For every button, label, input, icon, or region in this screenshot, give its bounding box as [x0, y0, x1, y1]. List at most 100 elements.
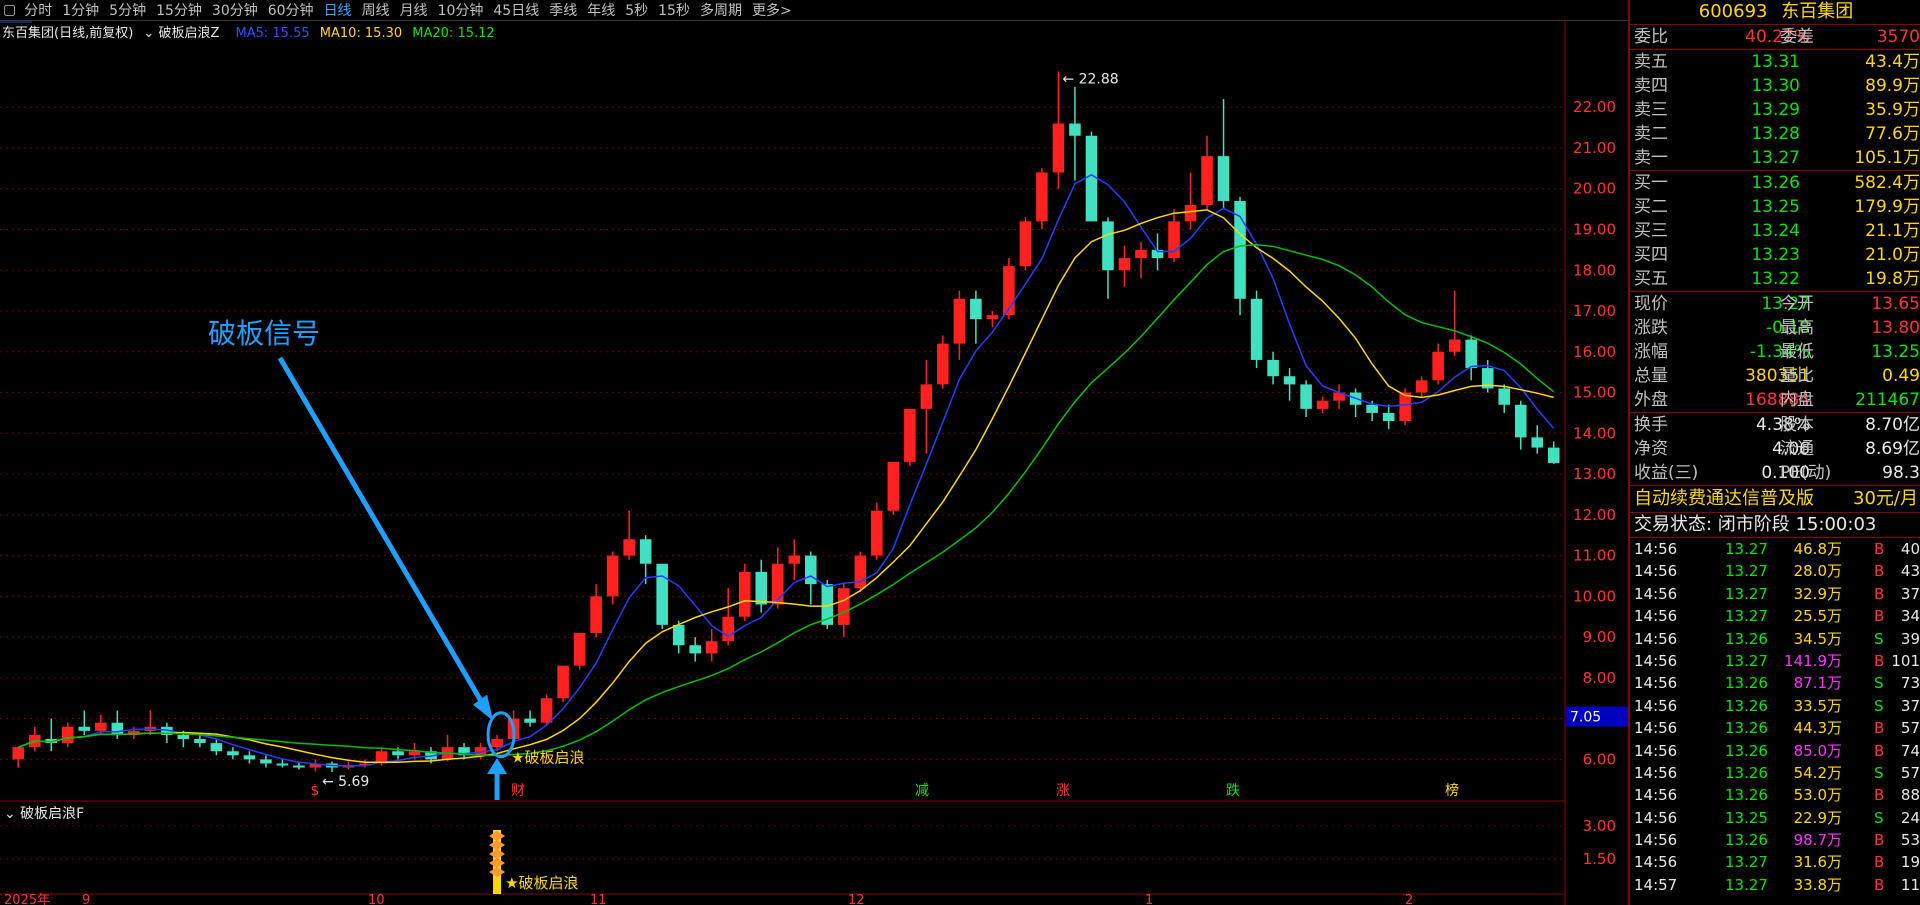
quote-value: 0.49 — [1882, 366, 1920, 386]
candle-body — [1283, 376, 1296, 385]
sub-indicator-name[interactable]: ⌄ 破板启浪F — [4, 806, 84, 822]
quote-label: 今开 — [1780, 294, 1814, 314]
y-tick-label: 9.00 — [1583, 628, 1616, 646]
tick-time: 14:56 — [1634, 853, 1678, 872]
tick-side: S — [1874, 674, 1884, 693]
period-tab-4[interactable]: 30分钟 — [207, 0, 263, 20]
candle-body — [12, 747, 25, 760]
tick-price: 13.27 — [1725, 540, 1768, 558]
candle-body — [606, 555, 619, 597]
ma10-line — [18, 209, 1554, 763]
tick-list[interactable]: 14:56 13.27 46.8万 B 40 14:56 13.27 28.0万 B 43 14:5… — [1630, 538, 1920, 896]
event-marker[interactable]: 减 — [915, 783, 929, 799]
tick-price: 13.27 — [1725, 875, 1768, 894]
tick-volume: 53.0万 — [1793, 786, 1842, 805]
ask-price: 13.29 — [1751, 100, 1800, 120]
period-tab-6[interactable]: 日线 — [319, 0, 357, 20]
fund-value: 8.69亿 — [1865, 439, 1920, 459]
period-tab-13[interactable]: 5秒 — [620, 0, 653, 20]
candle-body — [722, 616, 734, 642]
sub-tick-label: 3.00 — [1583, 817, 1616, 835]
period-tab-10[interactable]: 45日线 — [488, 0, 544, 20]
bid-row: 买四 13.23 21.0万 — [1630, 243, 1920, 267]
candle-body — [1448, 339, 1461, 352]
tick-row: 14:56 13.26 98.7万 B 53 — [1630, 829, 1920, 851]
candle-body — [210, 743, 223, 752]
x-tick-label: 10 — [368, 893, 385, 905]
tick-volume: 34.5万 — [1793, 629, 1842, 648]
fund-row: 收益(三) 0.100 PE(动) 98.3 — [1630, 461, 1920, 485]
ask-volume: 105.1万 — [1854, 148, 1920, 168]
event-marker[interactable]: 榜 — [1445, 782, 1459, 799]
fund-label: PE(动) — [1780, 463, 1832, 483]
period-tab-9[interactable]: 10分钟 — [433, 0, 489, 20]
candle-body — [260, 759, 272, 764]
tick-count: 73 — [1900, 674, 1920, 693]
y-tick-label: 15.00 — [1573, 384, 1616, 402]
period-tab-12[interactable]: 年线 — [582, 0, 620, 20]
kline-chart[interactable]: 22.0021.0020.0019.0018.0017.0016.0015.00… — [0, 20, 1628, 905]
bid-volume: 19.8万 — [1865, 269, 1920, 289]
period-tab-5[interactable]: 60分钟 — [263, 0, 319, 20]
subscription-ad[interactable]: 自动续费通达信普及版 30元/月 — [1630, 485, 1920, 512]
y-tick-label: 13.00 — [1573, 465, 1616, 483]
sub-signal-diamond — [489, 858, 506, 868]
quote-label: 最低 — [1780, 342, 1814, 362]
quote-label: 最高 — [1780, 318, 1814, 338]
candle-body — [639, 539, 652, 564]
ask-volume: 35.9万 — [1865, 100, 1920, 120]
trade-status: 交易状态: 闭市阶段 15:00:03 — [1630, 512, 1920, 538]
bid-price: 13.25 — [1751, 197, 1800, 217]
period-tab-8[interactable]: 月线 — [395, 0, 433, 20]
period-tab-3[interactable]: 15分钟 — [151, 0, 207, 20]
tick-price: 13.26 — [1725, 719, 1768, 738]
event-marker[interactable]: 涨 — [1056, 783, 1070, 799]
event-marker[interactable]: $ — [311, 783, 320, 799]
tick-price: 13.26 — [1725, 696, 1768, 715]
quote-value: 211467 — [1855, 390, 1920, 410]
tick-side: B — [1874, 540, 1885, 558]
period-tab-1[interactable]: 1分钟 — [57, 0, 104, 20]
candle-body — [1300, 384, 1312, 409]
candle-body — [738, 571, 751, 617]
candle-body — [623, 539, 635, 556]
weibi-label: 委比 — [1634, 27, 1668, 47]
candle-body — [524, 718, 536, 723]
tick-price: 13.27 — [1725, 562, 1768, 581]
bid-label: 买五 — [1634, 269, 1668, 289]
period-tab-2[interactable]: 5分钟 — [104, 0, 151, 20]
event-marker[interactable]: 跌 — [1226, 783, 1240, 799]
candle-body — [276, 763, 289, 766]
y-tick-label: 12.00 — [1573, 506, 1616, 524]
candle-body — [1531, 437, 1544, 448]
period-tab-14[interactable]: 15秒 — [653, 0, 695, 20]
bid-price: 13.26 — [1751, 173, 1800, 193]
tick-volume: 46.8万 — [1793, 540, 1842, 558]
price-tag-label: 7.05 — [1570, 710, 1601, 726]
sub-signal-diamond — [489, 831, 506, 841]
quote-label: 量比 — [1780, 366, 1814, 386]
period-tab-0[interactable]: 分时 — [19, 0, 57, 20]
candle-body — [788, 555, 801, 564]
ask-label: 卖三 — [1634, 100, 1668, 120]
event-marker[interactable]: 财 — [511, 783, 525, 799]
x-tick-label: 11 — [590, 893, 607, 905]
bid-volume: 21.0万 — [1865, 245, 1920, 265]
ask-price: 13.30 — [1751, 76, 1800, 96]
candle-body — [854, 555, 867, 589]
candle-body — [656, 563, 668, 625]
tick-price: 13.27 — [1725, 853, 1768, 872]
candle-body — [62, 726, 74, 744]
x-tick-label: 1 — [1145, 893, 1153, 905]
period-tab-7[interactable]: 周线 — [357, 0, 395, 20]
tick-count: 39 — [1900, 629, 1920, 648]
period-tab-11[interactable]: 季线 — [544, 0, 582, 20]
candle-body — [1316, 400, 1329, 409]
tick-side: B — [1874, 741, 1885, 760]
menu-icon[interactable]: ▢ — [0, 2, 19, 18]
period-tab-15[interactable]: 多周期 — [695, 0, 747, 20]
quote-value: 13.25 — [1871, 342, 1920, 362]
period-tab-16[interactable]: 更多> — [747, 0, 797, 20]
ask-book: 卖五 13.31 43.4万 卖四 13.30 89.9万 卖三 13.29 35.9万 卖二 13… — [1630, 50, 1920, 171]
tick-row: 14:56 13.26 85.0万 B 74 — [1630, 740, 1920, 762]
